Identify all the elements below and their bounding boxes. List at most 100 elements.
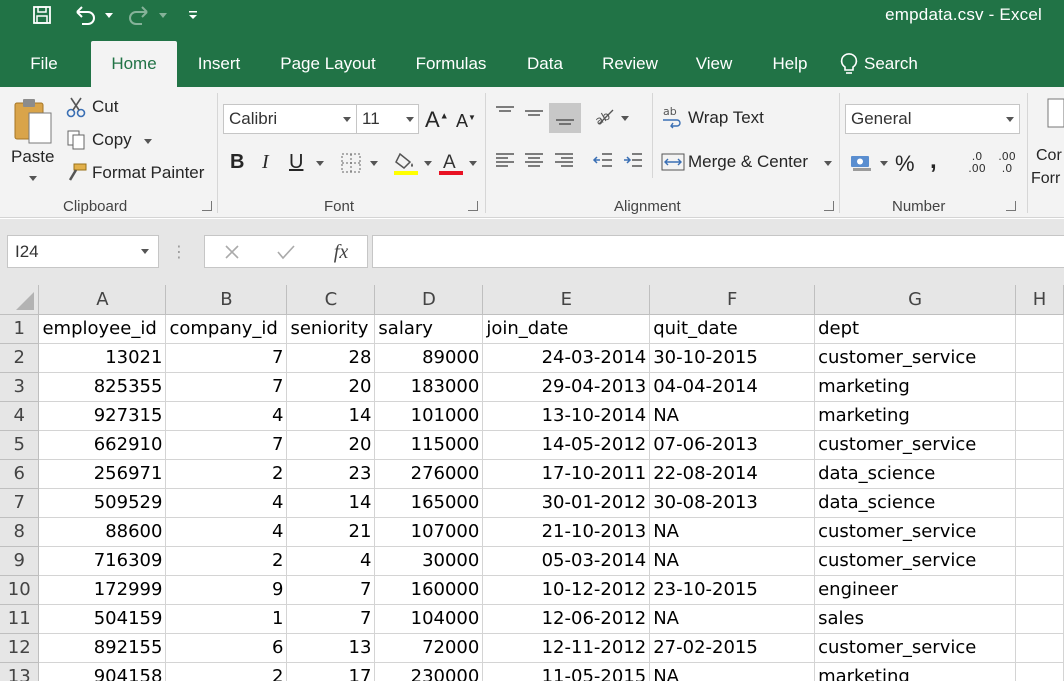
tab-help[interactable]: Help: [762, 41, 818, 87]
number-launcher-icon[interactable]: [1006, 201, 1016, 211]
cell[interactable]: 30-10-2015: [649, 343, 816, 373]
save-icon[interactable]: [30, 4, 54, 26]
cell[interactable]: 30-01-2012: [482, 488, 651, 518]
accounting-dropdown-icon[interactable]: [880, 161, 888, 166]
font-size-dropdown-icon[interactable]: [406, 117, 414, 122]
paste-icon[interactable]: [10, 93, 56, 149]
paste-dropdown-icon[interactable]: [29, 176, 37, 181]
cell[interactable]: [1015, 604, 1064, 634]
cell[interactable]: 115000: [374, 430, 484, 460]
cell[interactable]: [1015, 372, 1064, 402]
row-header[interactable]: 7: [0, 488, 40, 518]
shrink-font-icon[interactable]: A▼: [456, 111, 476, 132]
cell[interactable]: [1015, 575, 1064, 605]
cell[interactable]: [1015, 662, 1064, 681]
format-painter-button[interactable]: Format Painter: [92, 163, 204, 183]
align-middle-icon[interactable]: [522, 101, 546, 125]
copy-button[interactable]: Copy: [92, 130, 132, 150]
underline-button[interactable]: U: [289, 151, 303, 174]
cell[interactable]: marketing: [814, 401, 1016, 431]
cell[interactable]: 2: [165, 662, 288, 681]
cell[interactable]: 07-06-2013: [649, 430, 816, 460]
cell[interactable]: 30000: [374, 546, 484, 576]
align-left-icon[interactable]: [493, 149, 517, 173]
row-header[interactable]: 13: [0, 662, 40, 681]
cell[interactable]: 23: [286, 459, 376, 489]
cell[interactable]: 27-02-2015: [649, 633, 816, 663]
align-right-icon[interactable]: [552, 149, 576, 173]
percent-style-button[interactable]: %: [895, 151, 915, 177]
row-header[interactable]: 8: [0, 517, 40, 547]
tab-view[interactable]: View: [687, 41, 741, 87]
cell[interactable]: 716309: [38, 546, 167, 576]
row-header[interactable]: 9: [0, 546, 40, 576]
cell[interactable]: 2: [165, 546, 288, 576]
merge-center-dropdown-icon[interactable]: [824, 161, 832, 166]
orientation-dropdown-icon[interactable]: [621, 116, 629, 121]
cell[interactable]: [1015, 488, 1064, 518]
cell[interactable]: 88600: [38, 517, 167, 547]
cell[interactable]: 662910: [38, 430, 167, 460]
align-top-icon[interactable]: [493, 101, 517, 125]
name-box-dropdown-icon[interactable]: [141, 249, 149, 254]
cell[interactable]: 7: [165, 430, 288, 460]
tab-file[interactable]: File: [19, 41, 69, 87]
grip-icon[interactable]: ⋮: [171, 239, 187, 265]
tab-formulas[interactable]: Formulas: [405, 41, 497, 87]
clipboard-launcher-icon[interactable]: [202, 201, 212, 211]
cancel-icon[interactable]: [219, 239, 245, 265]
row-header[interactable]: 6: [0, 459, 40, 489]
cell[interactable]: [1015, 314, 1064, 344]
cell[interactable]: 14: [286, 401, 376, 431]
cell[interactable]: 13: [286, 633, 376, 663]
cell[interactable]: [1015, 633, 1064, 663]
cell[interactable]: marketing: [814, 662, 1016, 681]
cell[interactable]: customer_service: [814, 546, 1016, 576]
customize-icon[interactable]: [186, 4, 200, 26]
cell[interactable]: 20: [286, 372, 376, 402]
cell[interactable]: 107000: [374, 517, 484, 547]
font-color-dropdown-icon[interactable]: [469, 161, 477, 166]
formula-input[interactable]: [372, 235, 1064, 268]
cell[interactable]: seniority: [286, 314, 376, 344]
cell[interactable]: NA: [649, 604, 816, 634]
font-name-select[interactable]: Calibri: [223, 104, 357, 134]
cell[interactable]: [1015, 401, 1064, 431]
tab-insert[interactable]: Insert: [188, 41, 250, 87]
cell[interactable]: 21-10-2013: [482, 517, 651, 547]
grow-font-icon[interactable]: A▲: [425, 107, 449, 133]
tab-data[interactable]: Data: [517, 41, 573, 87]
cell[interactable]: 4: [165, 488, 288, 518]
cell[interactable]: 14-05-2012: [482, 430, 651, 460]
fill-color-icon[interactable]: [393, 149, 419, 177]
font-color-icon[interactable]: A: [438, 149, 464, 177]
cell[interactable]: 17: [286, 662, 376, 681]
increase-decimal-icon[interactable]: .0 .00: [960, 149, 994, 177]
cell[interactable]: 256971: [38, 459, 167, 489]
bold-button[interactable]: B: [230, 151, 244, 174]
column-header-h[interactable]: H: [1015, 285, 1064, 315]
cell[interactable]: customer_service: [814, 343, 1016, 373]
column-header-d[interactable]: D: [374, 285, 484, 315]
font-launcher-icon[interactable]: [468, 201, 478, 211]
row-header[interactable]: 5: [0, 430, 40, 460]
cell[interactable]: NA: [649, 517, 816, 547]
cell[interactable]: [1015, 343, 1064, 373]
row-header[interactable]: 11: [0, 604, 40, 634]
row-header[interactable]: 2: [0, 343, 40, 373]
cell[interactable]: engineer: [814, 575, 1016, 605]
wrap-text-button[interactable]: Wrap Text: [688, 108, 764, 128]
cell[interactable]: 101000: [374, 401, 484, 431]
tab-home[interactable]: Home: [91, 41, 177, 87]
cut-button[interactable]: Cut: [92, 97, 118, 117]
cell[interactable]: NA: [649, 662, 816, 681]
cell[interactable]: 72000: [374, 633, 484, 663]
row-header[interactable]: 10: [0, 575, 40, 605]
tab-search[interactable]: Search: [840, 41, 930, 87]
cell[interactable]: 12-06-2012: [482, 604, 651, 634]
cell[interactable]: 7: [165, 372, 288, 402]
cell[interactable]: NA: [649, 546, 816, 576]
cell[interactable]: 24-03-2014: [482, 343, 651, 373]
cell[interactable]: 22-08-2014: [649, 459, 816, 489]
column-header-a[interactable]: A: [38, 285, 167, 315]
